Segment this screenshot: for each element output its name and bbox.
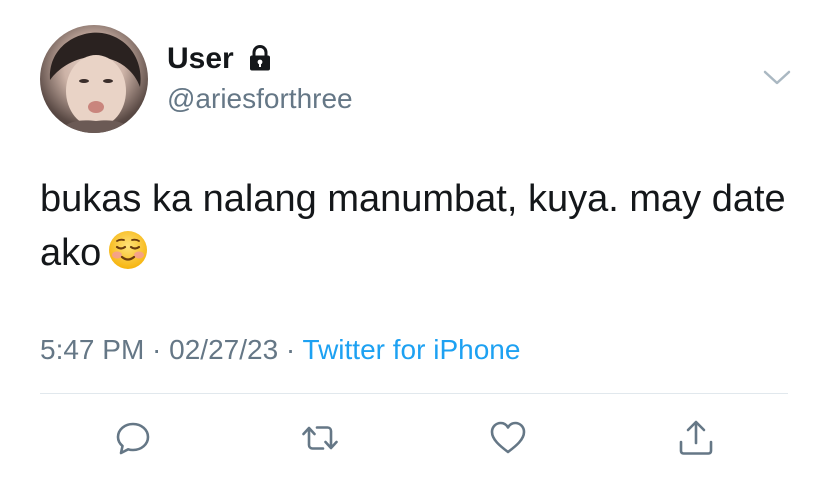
source-link[interactable]: Twitter for iPhone xyxy=(303,334,521,365)
like-button[interactable] xyxy=(488,418,528,458)
share-icon xyxy=(679,420,713,455)
share-button[interactable] xyxy=(676,418,716,458)
timestamp[interactable]: 5:47 PM · 02/27/23 · xyxy=(40,334,303,365)
retweet-icon xyxy=(302,426,338,450)
chevron-down-icon[interactable] xyxy=(762,66,792,88)
tweet-text: bukas ka nalang manumbat, kuya. may date… xyxy=(40,172,800,280)
smiling-face-emoji xyxy=(109,231,148,269)
display-name[interactable]: User xyxy=(167,41,234,77)
avatar[interactable] xyxy=(40,25,148,133)
tweet-meta: 5:47 PM · 02/27/23 · Twitter for iPhone xyxy=(40,333,520,367)
handle[interactable]: @ariesforthree xyxy=(167,82,353,116)
lock-icon xyxy=(250,44,270,71)
retweet-button[interactable] xyxy=(300,418,340,458)
tweet-text-content: bukas ka nalang manumbat, kuya. may date… xyxy=(40,178,786,274)
heart-icon xyxy=(490,421,526,454)
divider xyxy=(40,393,788,394)
reply-button[interactable] xyxy=(113,418,153,458)
reply-icon xyxy=(116,422,150,455)
tweet-card: User @ariesforthree bukas ka nalang manu… xyxy=(0,0,828,482)
